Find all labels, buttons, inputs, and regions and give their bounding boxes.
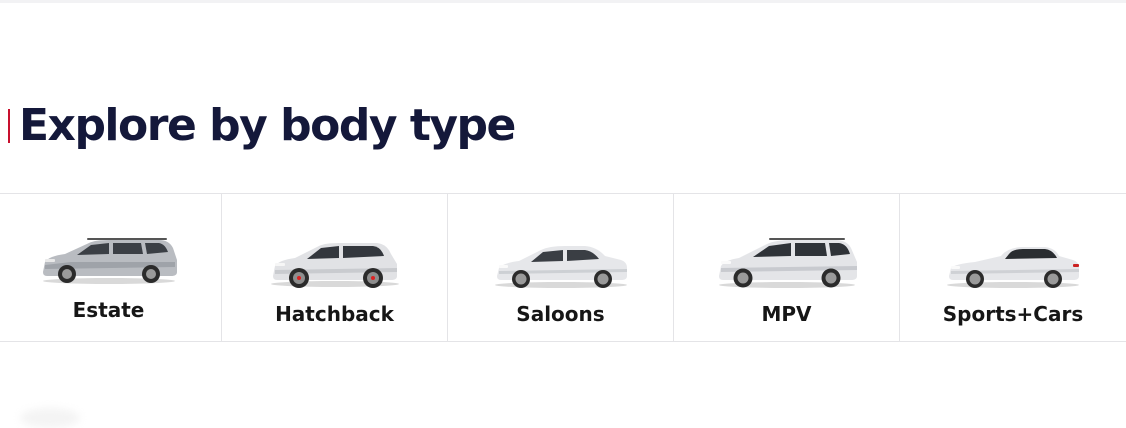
body-type-label: Estate bbox=[72, 298, 145, 322]
estate-car-icon bbox=[42, 238, 177, 284]
saloon-car-icon bbox=[494, 246, 627, 288]
body-type-label: MPV bbox=[761, 302, 812, 326]
body-type-mpv[interactable]: MPV bbox=[674, 194, 900, 341]
section-title: Explore by body type bbox=[19, 100, 516, 151]
body-type-label: Sports+Cars bbox=[942, 302, 1084, 326]
body-type-hatchback[interactable]: Hatchback bbox=[222, 194, 448, 341]
heading-accent-bar bbox=[8, 109, 10, 143]
sports-car-icon bbox=[947, 247, 1079, 288]
body-type-estate[interactable]: Estate bbox=[0, 194, 222, 341]
body-type-saloons[interactable]: Saloons bbox=[448, 194, 674, 341]
hatchback-car-icon bbox=[270, 243, 399, 288]
top-divider bbox=[0, 0, 1126, 3]
body-type-grid: Estate Hatchback Saloons MPV Sports+Cars bbox=[0, 193, 1126, 342]
section-heading: Explore by body type bbox=[8, 98, 516, 154]
decorative-blur bbox=[20, 408, 80, 428]
body-type-sports-cars[interactable]: Sports+Cars bbox=[900, 194, 1126, 341]
body-type-label: Saloons bbox=[516, 302, 605, 326]
body-type-label: Hatchback bbox=[275, 302, 394, 326]
mpv-car-icon bbox=[718, 238, 857, 288]
